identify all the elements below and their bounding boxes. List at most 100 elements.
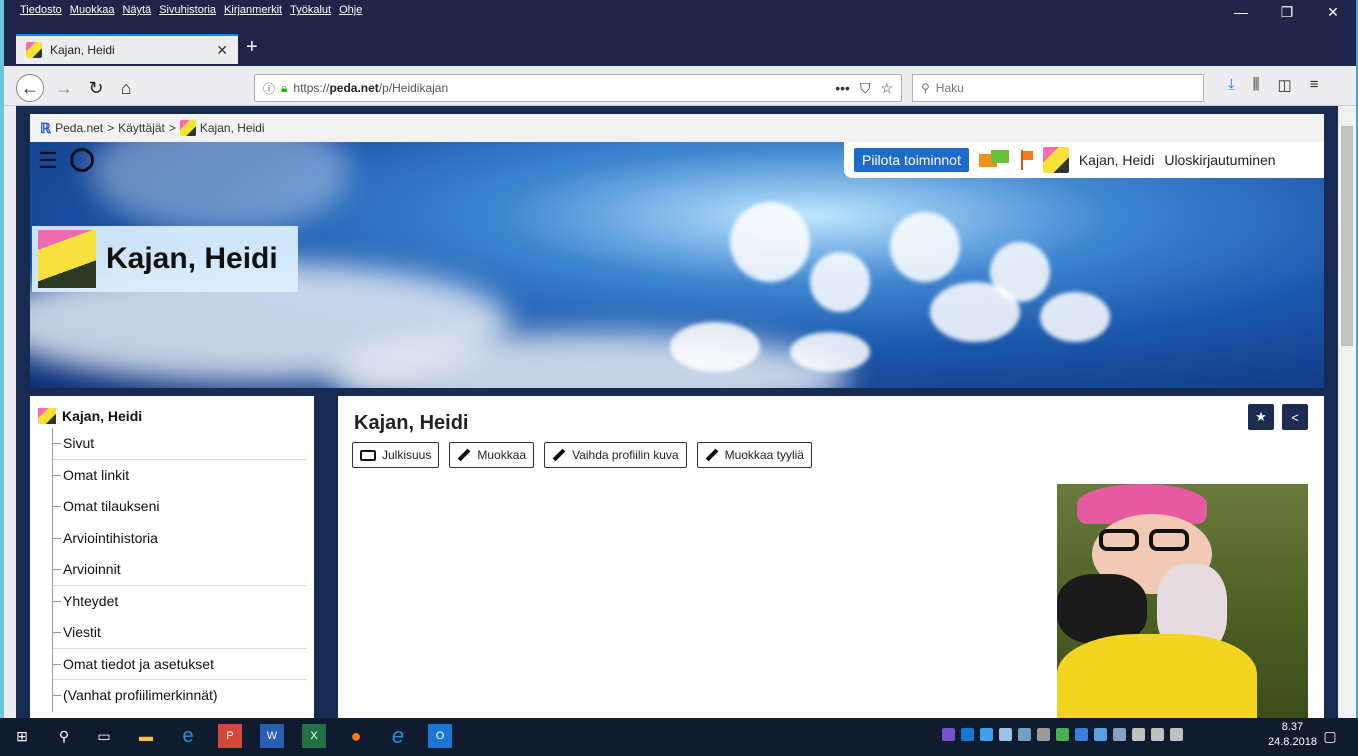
close-window-icon[interactable]: ✕ xyxy=(1310,4,1356,21)
sidebar-item-links[interactable]: Omat linkit xyxy=(53,460,306,492)
sidebar-title-text: Kajan, Heidi xyxy=(62,408,143,424)
url-bar[interactable]: ⓘ 🔒︎ https://peda.net/p/Heidikajan ••• ⛉… xyxy=(254,74,902,102)
search-icon: ⚲ xyxy=(921,81,930,95)
system-clock[interactable]: 8.37 24.8.2018 xyxy=(1268,720,1317,750)
library-icon[interactable]: ⫼ xyxy=(1253,76,1260,94)
update-tray-icon[interactable] xyxy=(1056,728,1069,741)
edge-icon[interactable]: e xyxy=(176,724,200,748)
powerpoint-icon[interactable]: P xyxy=(218,724,242,748)
profile-sidebar: Kajan, Heidi Sivut Omat linkit Omat tila… xyxy=(30,396,314,720)
outlook-tray-icon[interactable] xyxy=(961,728,974,741)
menu-view[interactable]: Näytä xyxy=(122,4,151,24)
edit-style-button[interactable]: Muokkaa tyyliä xyxy=(696,442,812,468)
sidebar-item-old-profile-entries[interactable]: (Vanhat profiilimerkinnät) xyxy=(53,680,306,712)
sidebar-avatar-icon xyxy=(38,408,56,424)
menu-edit[interactable]: Muokkaa xyxy=(70,4,115,24)
app-tray-icon[interactable] xyxy=(1037,728,1050,741)
tab-favicon-icon xyxy=(26,42,42,58)
system-tray xyxy=(942,728,1183,741)
bookmark-star-icon[interactable]: ☆ xyxy=(880,80,893,97)
keyboard-tray-icon[interactable] xyxy=(1113,728,1126,741)
lock-icon[interactable]: 🔒︎ xyxy=(281,81,287,96)
profile-photo xyxy=(1057,484,1308,720)
pencil-icon xyxy=(457,448,471,462)
info-icon[interactable]: ⓘ xyxy=(263,80,275,97)
bluetooth-icon[interactable] xyxy=(1075,728,1088,741)
sidebar-item-assessments[interactable]: Arvioinnit xyxy=(53,554,306,586)
restore-icon[interactable]: ❐ xyxy=(1264,4,1310,21)
logout-link[interactable]: Uloskirjautuminen xyxy=(1164,152,1275,168)
sidebar-item-subscriptions[interactable]: Omat tilaukseni xyxy=(53,491,306,523)
sidebar-item-messages[interactable]: Viestit xyxy=(53,617,306,649)
pedanet-logo-icon: ℝ xyxy=(40,119,52,136)
word-icon[interactable]: W xyxy=(260,724,284,748)
sidebar-title[interactable]: Kajan, Heidi xyxy=(38,408,306,424)
forward-icon[interactable]: → xyxy=(50,74,78,102)
cloud-tray-icon[interactable] xyxy=(999,728,1012,741)
minimize-icon[interactable]: — xyxy=(1218,4,1264,21)
battery-icon[interactable] xyxy=(1132,728,1145,741)
file-explorer-icon[interactable]: ▬ xyxy=(134,724,158,748)
share-icon[interactable]: < xyxy=(1282,404,1308,430)
publicity-button[interactable]: Julkisuus xyxy=(352,442,440,468)
tab-close-icon[interactable]: ✕ xyxy=(216,42,228,59)
messages-icon[interactable] xyxy=(978,150,1009,170)
task-view-icon[interactable]: ▭ xyxy=(92,724,116,748)
search-site-icon[interactable] xyxy=(70,148,94,172)
volume-icon[interactable] xyxy=(1151,728,1164,741)
edit-label: Muokkaa xyxy=(477,448,527,462)
menu-help[interactable]: Ohje xyxy=(339,4,362,24)
sidebar-item-contacts[interactable]: Yhteydet xyxy=(53,586,306,618)
change-photo-label: Vaihda profiilin kuva xyxy=(572,448,679,462)
breadcrumb-current[interactable]: Kajan, Heidi xyxy=(200,121,265,135)
menu-hamburger-icon[interactable]: ≡ xyxy=(1310,76,1319,94)
onenote-tray-icon[interactable] xyxy=(942,728,955,741)
display-tray-icon[interactable] xyxy=(1094,728,1107,741)
toolbar-right: ⤓ ⫼ ◫ ≡ xyxy=(1228,76,1319,94)
favorite-star-icon[interactable]: ★ xyxy=(1248,404,1274,430)
menu-file[interactable]: Tiedosto xyxy=(20,4,62,24)
menu-bookmarks[interactable]: Kirjanmerkit xyxy=(224,4,282,24)
user-name-link[interactable]: Kajan, Heidi xyxy=(1079,152,1155,168)
breadcrumb-avatar xyxy=(179,120,196,136)
edit-button[interactable]: Muokkaa xyxy=(449,442,535,468)
firefox-icon[interactable]: ● xyxy=(344,724,368,748)
hide-actions-button[interactable]: Piilota toiminnot xyxy=(854,148,969,172)
sidebar-item-settings[interactable]: Omat tiedot ja asetukset xyxy=(53,649,306,680)
windows-start-icon[interactable]: ⊞ xyxy=(10,724,34,748)
home-icon[interactable]: ⌂ xyxy=(112,74,140,102)
page-tools: Julkisuus Muokkaa Vaihda profiilin kuva … xyxy=(352,442,812,468)
menu-tools[interactable]: Työkalut xyxy=(290,4,331,24)
main-menu-icon[interactable]: ☰ xyxy=(38,148,58,174)
flag-icon[interactable] xyxy=(1019,150,1033,170)
download-icon[interactable]: ⤓ xyxy=(1228,76,1235,94)
search-placeholder: Haku xyxy=(935,81,964,95)
action-center-icon[interactable]: ▢ xyxy=(1318,724,1342,748)
new-tab-icon[interactable]: + xyxy=(246,36,258,59)
excel-icon[interactable]: X xyxy=(302,724,326,748)
wifi-icon[interactable] xyxy=(1170,728,1183,741)
sidebar-item-pages[interactable]: Sivut xyxy=(53,428,306,460)
reload-icon[interactable]: ↻ xyxy=(82,74,110,102)
outlook-icon[interactable]: O xyxy=(428,724,452,748)
search-input[interactable]: ⚲ Haku xyxy=(912,74,1204,102)
breadcrumb-users[interactable]: Käyttäjät xyxy=(118,121,165,135)
sidebar-item-assessment-history[interactable]: Arviointihistoria xyxy=(53,523,306,555)
change-photo-button[interactable]: Vaihda profiilin kuva xyxy=(544,442,687,468)
user-avatar[interactable] xyxy=(1042,147,1069,173)
page-scrollbar-thumb[interactable] xyxy=(1341,126,1353,346)
internet-explorer-icon[interactable]: e xyxy=(386,723,410,748)
sidebar-icon[interactable]: ◫ xyxy=(1278,76,1292,94)
skype-tray-icon[interactable] xyxy=(980,728,993,741)
banner-avatar xyxy=(38,230,96,288)
pencil-icon xyxy=(552,448,566,462)
pocket-icon[interactable]: ⛉ xyxy=(860,80,871,97)
sidebar-list: Sivut Omat linkit Omat tilaukseni Arvioi… xyxy=(52,428,306,712)
network-tray-icon[interactable] xyxy=(1018,728,1031,741)
page-actions-icon[interactable]: ••• xyxy=(835,80,850,97)
search-icon[interactable]: ⚲ xyxy=(52,724,76,748)
back-icon[interactable]: ← xyxy=(16,74,44,102)
menu-history[interactable]: Sivuhistoria xyxy=(159,4,216,24)
breadcrumb-site[interactable]: Peda.net xyxy=(55,121,103,135)
browser-tab-active[interactable]: Kajan, Heidi ✕ xyxy=(16,34,238,64)
